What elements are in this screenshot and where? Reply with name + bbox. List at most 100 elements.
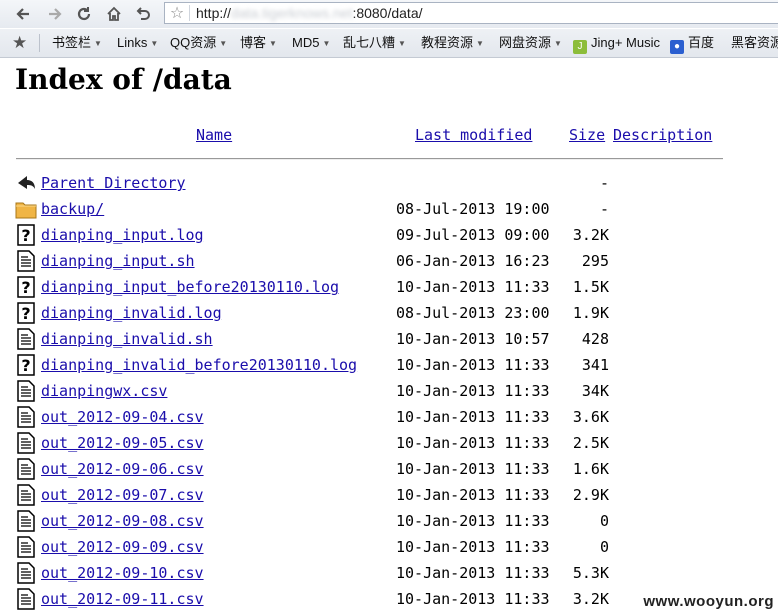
file-link[interactable]: dianping_input_before20130110.log (41, 278, 339, 296)
svg-text:?: ? (21, 304, 30, 323)
unknown-file-icon[interactable]: ? (15, 224, 37, 246)
text-file-icon[interactable] (15, 432, 37, 454)
text-file-icon[interactable] (15, 406, 37, 428)
file-modified: 10-Jan-2013 11:33 (396, 590, 550, 608)
text-file-icon[interactable] (15, 484, 37, 506)
file-modified: 10-Jan-2013 11:33 (396, 460, 550, 478)
bookmark-baidu[interactable]: ● 百度 (670, 33, 714, 54)
bookmark-folder-blog[interactable]: 博客 ▼ (240, 33, 277, 53)
reload-icon[interactable] (73, 3, 95, 25)
jing-icon: J (573, 40, 587, 54)
text-file-icon[interactable] (15, 562, 37, 584)
bookmark-folder-md5[interactable]: MD5 ▼ (292, 33, 330, 53)
baidu-paw-icon: ● (670, 40, 684, 54)
column-header-size[interactable]: Size (569, 126, 605, 144)
file-link[interactable]: out_2012-09-07.csv (41, 486, 204, 504)
file-modified: 10-Jan-2013 11:33 (396, 434, 550, 452)
column-header-name[interactable]: Name (196, 126, 232, 144)
back-icon[interactable] (15, 172, 37, 194)
url-prefix: http:// (196, 5, 232, 21)
bookmarks-bar: ★ 书签栏 ▼ Links ▼ QQ资源 ▼ 博客 ▼ MD5 ▼ 乱七八糟 ▼ 教程资源 ▼… (0, 29, 778, 58)
address-separator (189, 5, 190, 21)
file-row: out_2012-09-04.csv 10-Jan-2013 11:33 3.6K (0, 404, 778, 430)
file-link[interactable]: out_2012-09-10.csv (41, 564, 204, 582)
bookmark-star-icon[interactable]: ☆ (168, 3, 186, 23)
text-file-icon[interactable] (15, 510, 37, 532)
text-file-icon[interactable] (15, 536, 37, 558)
svg-text:?: ? (21, 226, 30, 245)
file-size: 295 (581, 252, 609, 270)
bookmark-folder-links[interactable]: Links ▼ (117, 33, 158, 53)
unknown-file-icon[interactable]: ? (15, 354, 37, 376)
unknown-file-icon[interactable]: ? (15, 276, 37, 298)
file-size: 428 (581, 330, 609, 348)
text-file-icon[interactable] (15, 250, 37, 272)
file-link[interactable]: out_2012-09-08.csv (41, 512, 204, 530)
folder-icon[interactable] (15, 198, 37, 220)
file-link[interactable]: dianping_invalid.sh (41, 330, 213, 348)
file-link[interactable]: out_2012-09-05.csv (41, 434, 204, 452)
file-row: ? dianping_input.log 09-Jul-2013 09:00 3.2K (0, 222, 778, 248)
file-link[interactable]: Parent Directory (41, 174, 186, 192)
dropdown-arrow-icon: ▼ (150, 39, 159, 48)
file-size: 34K (581, 382, 609, 400)
file-link[interactable]: out_2012-09-11.csv (41, 590, 204, 608)
file-link[interactable]: dianping_input.log (41, 226, 204, 244)
bookmark-label: MD5 (292, 35, 320, 50)
file-row: Parent Directory - (0, 170, 778, 196)
bookmark-folder-bookmarks[interactable]: 书签栏 ▼ (52, 33, 102, 53)
text-file-icon[interactable] (15, 328, 37, 350)
file-link[interactable]: out_2012-09-04.csv (41, 408, 204, 426)
bookmark-folder-misc[interactable]: 乱七八糟 ▼ (343, 33, 406, 53)
back-arrow-icon[interactable] (12, 3, 34, 25)
dropdown-arrow-icon: ▼ (398, 39, 406, 48)
column-header-last-modified[interactable]: Last modified (415, 126, 532, 144)
file-row: out_2012-09-06.csv 10-Jan-2013 11:33 1.6K (0, 456, 778, 482)
file-size: 3.6K (572, 408, 609, 426)
address-url[interactable]: http://data.tigerknows.net:8080/data/ (196, 4, 423, 22)
bookmarks-star-icon[interactable]: ★ (12, 33, 27, 53)
file-link[interactable]: out_2012-09-09.csv (41, 538, 204, 556)
home-icon[interactable] (103, 3, 125, 25)
dropdown-arrow-icon: ▼ (322, 39, 331, 48)
file-link[interactable]: dianping_input.sh (41, 252, 195, 270)
browser-toolbar: ☆ http://data.tigerknows.net:8080/data/ (0, 0, 778, 28)
undo-history-icon[interactable] (132, 3, 154, 25)
unknown-file-icon[interactable]: ? (15, 302, 37, 324)
file-row: out_2012-09-10.csv 10-Jan-2013 11:33 5.3K (0, 560, 778, 586)
file-link[interactable]: dianping_invalid_before20130110.log (41, 356, 357, 374)
bookmark-label: 网盘资源 (499, 35, 552, 50)
svg-text:?: ? (21, 356, 30, 375)
file-modified: 10-Jan-2013 11:33 (396, 486, 550, 504)
file-link[interactable]: dianpingwx.csv (41, 382, 167, 400)
file-link[interactable]: dianping_invalid.log (41, 304, 222, 322)
text-file-icon[interactable] (15, 380, 37, 402)
file-size: 1.6K (572, 460, 609, 478)
file-row: ? dianping_invalid_before20130110.log 10-J… (0, 352, 778, 378)
file-size: 3.2K (572, 590, 609, 608)
file-size: 5.3K (572, 564, 609, 582)
bookmark-jing-music[interactable]: J Jing+ Music (573, 33, 660, 54)
header-rule (16, 158, 723, 160)
file-size: - (599, 174, 609, 192)
bookmark-folder-netdisk[interactable]: 网盘资源 ▼ (499, 33, 562, 53)
bookmark-folder-tutorials[interactable]: 教程资源 ▼ (421, 33, 484, 53)
file-size: 341 (581, 356, 609, 374)
bookmark-folder-qq[interactable]: QQ资源 ▼ (170, 33, 227, 53)
text-file-icon[interactable] (15, 458, 37, 480)
bookmark-label: Jing+ Music (591, 35, 660, 50)
file-modified: 10-Jan-2013 11:33 (396, 512, 550, 530)
file-row: dianping_invalid.sh 10-Jan-2013 10:57 428 (0, 326, 778, 352)
file-link[interactable]: out_2012-09-06.csv (41, 460, 204, 478)
file-row: out_2012-09-09.csv 10-Jan-2013 11:33 0 (0, 534, 778, 560)
file-link[interactable]: backup/ (41, 200, 104, 218)
file-row: ? dianping_invalid.log 08-Jul-2013 23:00 1.… (0, 300, 778, 326)
column-header-description[interactable]: Description (613, 126, 712, 144)
bookmark-hacker-resources[interactable]: 黑客资源 (731, 33, 778, 53)
text-file-icon[interactable] (15, 588, 37, 610)
file-modified: 06-Jan-2013 16:23 (396, 252, 550, 270)
file-modified: 10-Jan-2013 11:33 (396, 408, 550, 426)
url-suffix: :8080/data/ (352, 5, 423, 21)
file-size: 2.5K (572, 434, 609, 452)
forward-arrow-icon[interactable] (44, 3, 66, 25)
